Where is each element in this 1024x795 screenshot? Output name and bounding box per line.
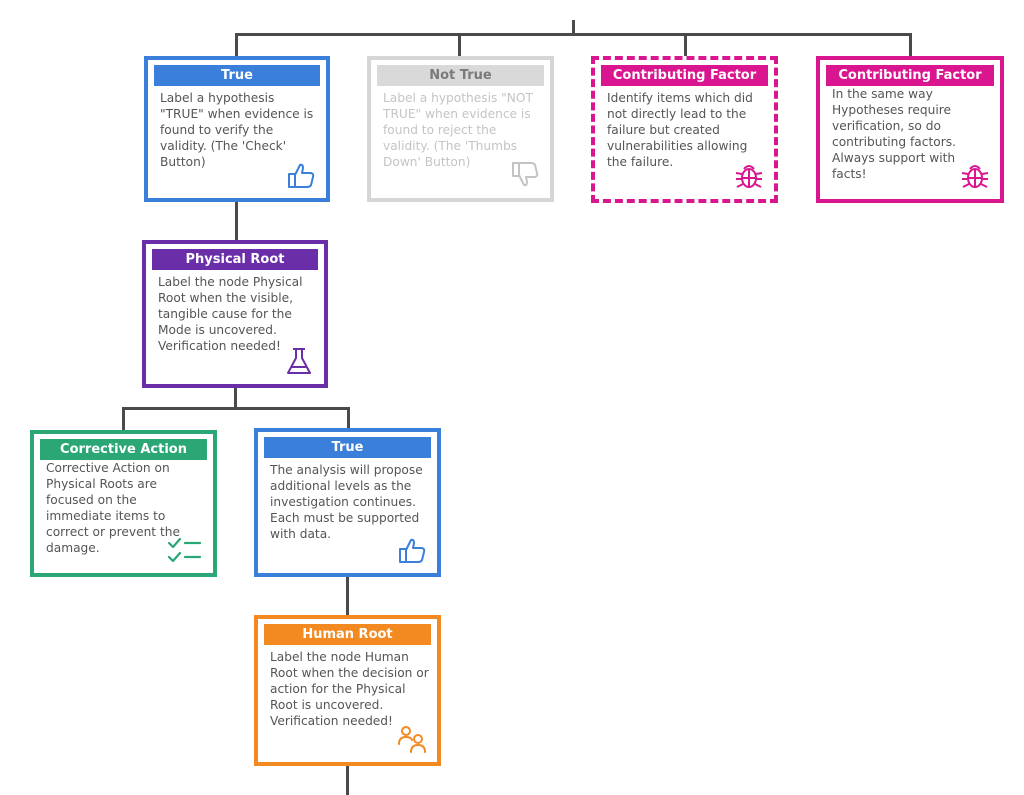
node-title: True: [264, 437, 431, 458]
node-description: The analysis will propose additional lev…: [270, 463, 423, 541]
node-title: Physical Root: [152, 249, 318, 270]
checklist-icon: [167, 535, 203, 565]
node-description: Identify items which did not directly le…: [607, 91, 753, 169]
connector-drop-not-true: [458, 33, 461, 57]
thumbs-up-icon: [286, 160, 316, 190]
node-true-lower[interactable]: True The analysis will propose additiona…: [254, 428, 441, 577]
connector-drop-true: [235, 33, 238, 57]
connector-physical-down: [234, 386, 237, 409]
flask-icon: [284, 346, 314, 376]
connector-drop-contributing-2: [909, 33, 912, 57]
node-title: Not True: [377, 65, 544, 86]
connector-true-to-physical: [235, 200, 238, 242]
connector-drop-corrective: [122, 407, 125, 431]
node-description: Label a hypothesis "TRUE" when evidence …: [160, 91, 314, 169]
bug-icon: [960, 161, 990, 191]
people-icon: [397, 724, 427, 754]
connector-drop-true-lower: [347, 407, 350, 429]
node-true[interactable]: True Label a hypothesis "TRUE" when evid…: [144, 56, 330, 202]
node-title: Contributing Factor: [601, 65, 768, 86]
node-human-root[interactable]: Human Root Label the node Human Root whe…: [254, 615, 441, 766]
node-description: Label the node Physical Root when the vi…: [158, 275, 303, 353]
thumbs-up-icon: [397, 535, 427, 565]
node-physical-root[interactable]: Physical Root Label the node Physical Ro…: [142, 240, 328, 388]
node-contributing-factor-solid[interactable]: Contributing Factor In the same way Hypo…: [816, 56, 1004, 203]
connector-mid-horizontal: [122, 407, 350, 410]
node-not-true[interactable]: Not True Label a hypothesis "NOT TRUE" w…: [367, 56, 554, 202]
thumbs-down-icon: [510, 160, 540, 190]
node-title: Contributing Factor: [826, 65, 994, 86]
connector-true-to-human: [346, 575, 349, 616]
node-title: True: [154, 65, 320, 86]
connector-human-down: [346, 764, 349, 795]
node-contributing-factor-dashed[interactable]: Contributing Factor Identify items which…: [591, 56, 778, 203]
node-description: Label the node Human Root when the decis…: [270, 650, 429, 728]
bug-icon: [734, 161, 764, 191]
connector-top-horizontal: [235, 33, 912, 36]
connector-drop-contributing-1: [684, 33, 687, 57]
node-corrective-action[interactable]: Corrective Action Corrective Action on P…: [30, 430, 217, 577]
node-title: Human Root: [264, 624, 431, 645]
node-title: Corrective Action: [40, 439, 207, 460]
node-description: Label a hypothesis "NOT TRUE" when evide…: [383, 91, 533, 169]
